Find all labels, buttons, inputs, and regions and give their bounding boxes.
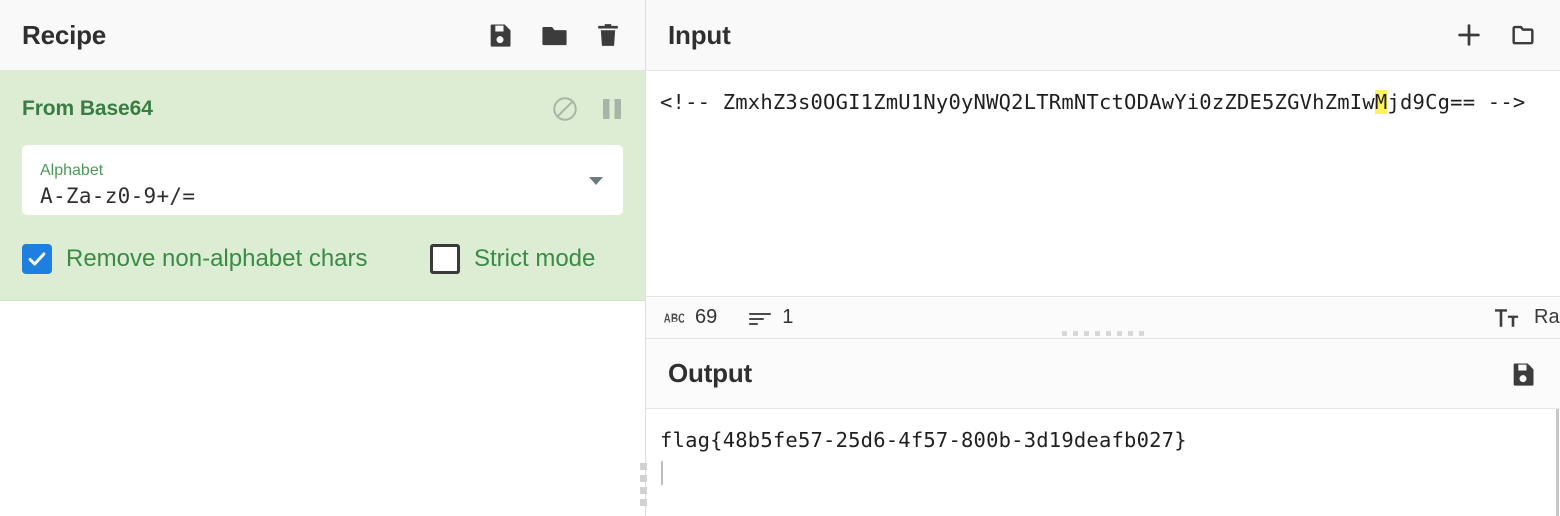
input-title-bar: Input: [646, 0, 1560, 71]
input-text-highlight: M: [1375, 90, 1388, 114]
save-output-icon[interactable]: [1508, 359, 1538, 389]
output-title-bar: Output: [646, 339, 1560, 409]
remove-non-alphabet-chars-checkbox[interactable]: Remove non-alphabet chars: [22, 244, 430, 274]
input-lines-value: 1: [782, 306, 793, 329]
abc-icon: [664, 311, 684, 325]
operation-header: From Base64: [22, 85, 623, 133]
clear-recipe-icon[interactable]: [593, 20, 623, 50]
checkbox-unchecked-icon: [430, 244, 460, 274]
recipe-pane: Recipe From Base64: [0, 0, 646, 516]
recipe-io-splitter[interactable]: [638, 452, 648, 516]
input-length-value: 69: [695, 306, 717, 329]
input-toolbar: [1454, 20, 1538, 50]
output-text: flag{48b5fe57-25d6-4f57-800b-3d19deafb02…: [660, 425, 1546, 455]
cyberchef-app: Recipe From Base64: [0, 0, 1560, 516]
operation-name: From Base64: [22, 97, 551, 121]
load-recipe-icon[interactable]: [539, 20, 569, 50]
set-breakpoint-icon[interactable]: [601, 96, 623, 122]
input-text-after: jd9Cg== -->: [1387, 90, 1525, 114]
input-section: Input <!-- ZmxhZ3s0OGI1ZmU1Ny0yNWQ2LTRmN…: [646, 0, 1560, 339]
input-lines-status: 1: [749, 306, 793, 329]
lines-icon: [749, 310, 771, 326]
strict-mode-label: Strict mode: [474, 245, 595, 273]
input-editor[interactable]: <!-- ZmxhZ3s0OGI1ZmU1Ny0yNWQ2LTRmNTctODA…: [646, 71, 1560, 296]
io-pane: Input <!-- ZmxhZ3s0OGI1ZmU1Ny0yNWQ2LTRmN…: [646, 0, 1560, 516]
input-title: Input: [668, 20, 1454, 51]
operation-controls: [551, 95, 623, 123]
operation-from-base64[interactable]: From Base64 Alphabet A-Za-z0-9+/=: [0, 71, 645, 301]
add-input-tab-icon[interactable]: [1454, 20, 1484, 50]
alphabet-value: A-Za-z0-9+/=: [40, 183, 583, 209]
input-text-before: <!-- ZmxhZ3s0OGI1ZmU1Ny0yNWQ2LTRmNTctODA…: [660, 90, 1375, 114]
input-encoding-label[interactable]: Ra: [1534, 306, 1560, 329]
input-length-status: 69: [664, 306, 717, 329]
alphabet-field[interactable]: Alphabet A-Za-z0-9+/=: [22, 145, 623, 215]
checkbox-checked-icon: [22, 244, 52, 274]
save-recipe-icon[interactable]: [485, 20, 515, 50]
alphabet-label: Alphabet: [40, 161, 583, 181]
recipe-title-bar: Recipe: [0, 0, 645, 71]
output-title: Output: [668, 358, 1508, 389]
output-toolbar: [1508, 359, 1538, 389]
output-section: Output flag{48b5fe57-25d6-4f57-800b-3d19…: [646, 339, 1560, 516]
recipe-operations-list[interactable]: From Base64 Alphabet A-Za-z0-9+/=: [0, 71, 645, 516]
text-cursor: [661, 461, 663, 485]
disable-operation-icon[interactable]: [551, 95, 579, 123]
output-scrollbar[interactable]: [1556, 409, 1559, 516]
input-text-line: <!-- ZmxhZ3s0OGI1ZmU1Ny0yNWQ2LTRmNTctODA…: [660, 87, 1546, 117]
remove-non-alphabet-chars-label: Remove non-alphabet chars: [66, 245, 368, 273]
strict-mode-checkbox[interactable]: Strict mode: [430, 244, 595, 274]
output-editor[interactable]: flag{48b5fe57-25d6-4f57-800b-3d19deafb02…: [646, 409, 1560, 516]
chevron-down-icon[interactable]: [589, 177, 603, 185]
recipe-toolbar: [485, 20, 623, 50]
operation-checkboxes: Remove non-alphabet chars Strict mode: [22, 244, 623, 274]
open-file-icon[interactable]: [1508, 20, 1538, 50]
input-output-splitter[interactable]: [646, 327, 1560, 339]
recipe-title: Recipe: [22, 20, 485, 51]
